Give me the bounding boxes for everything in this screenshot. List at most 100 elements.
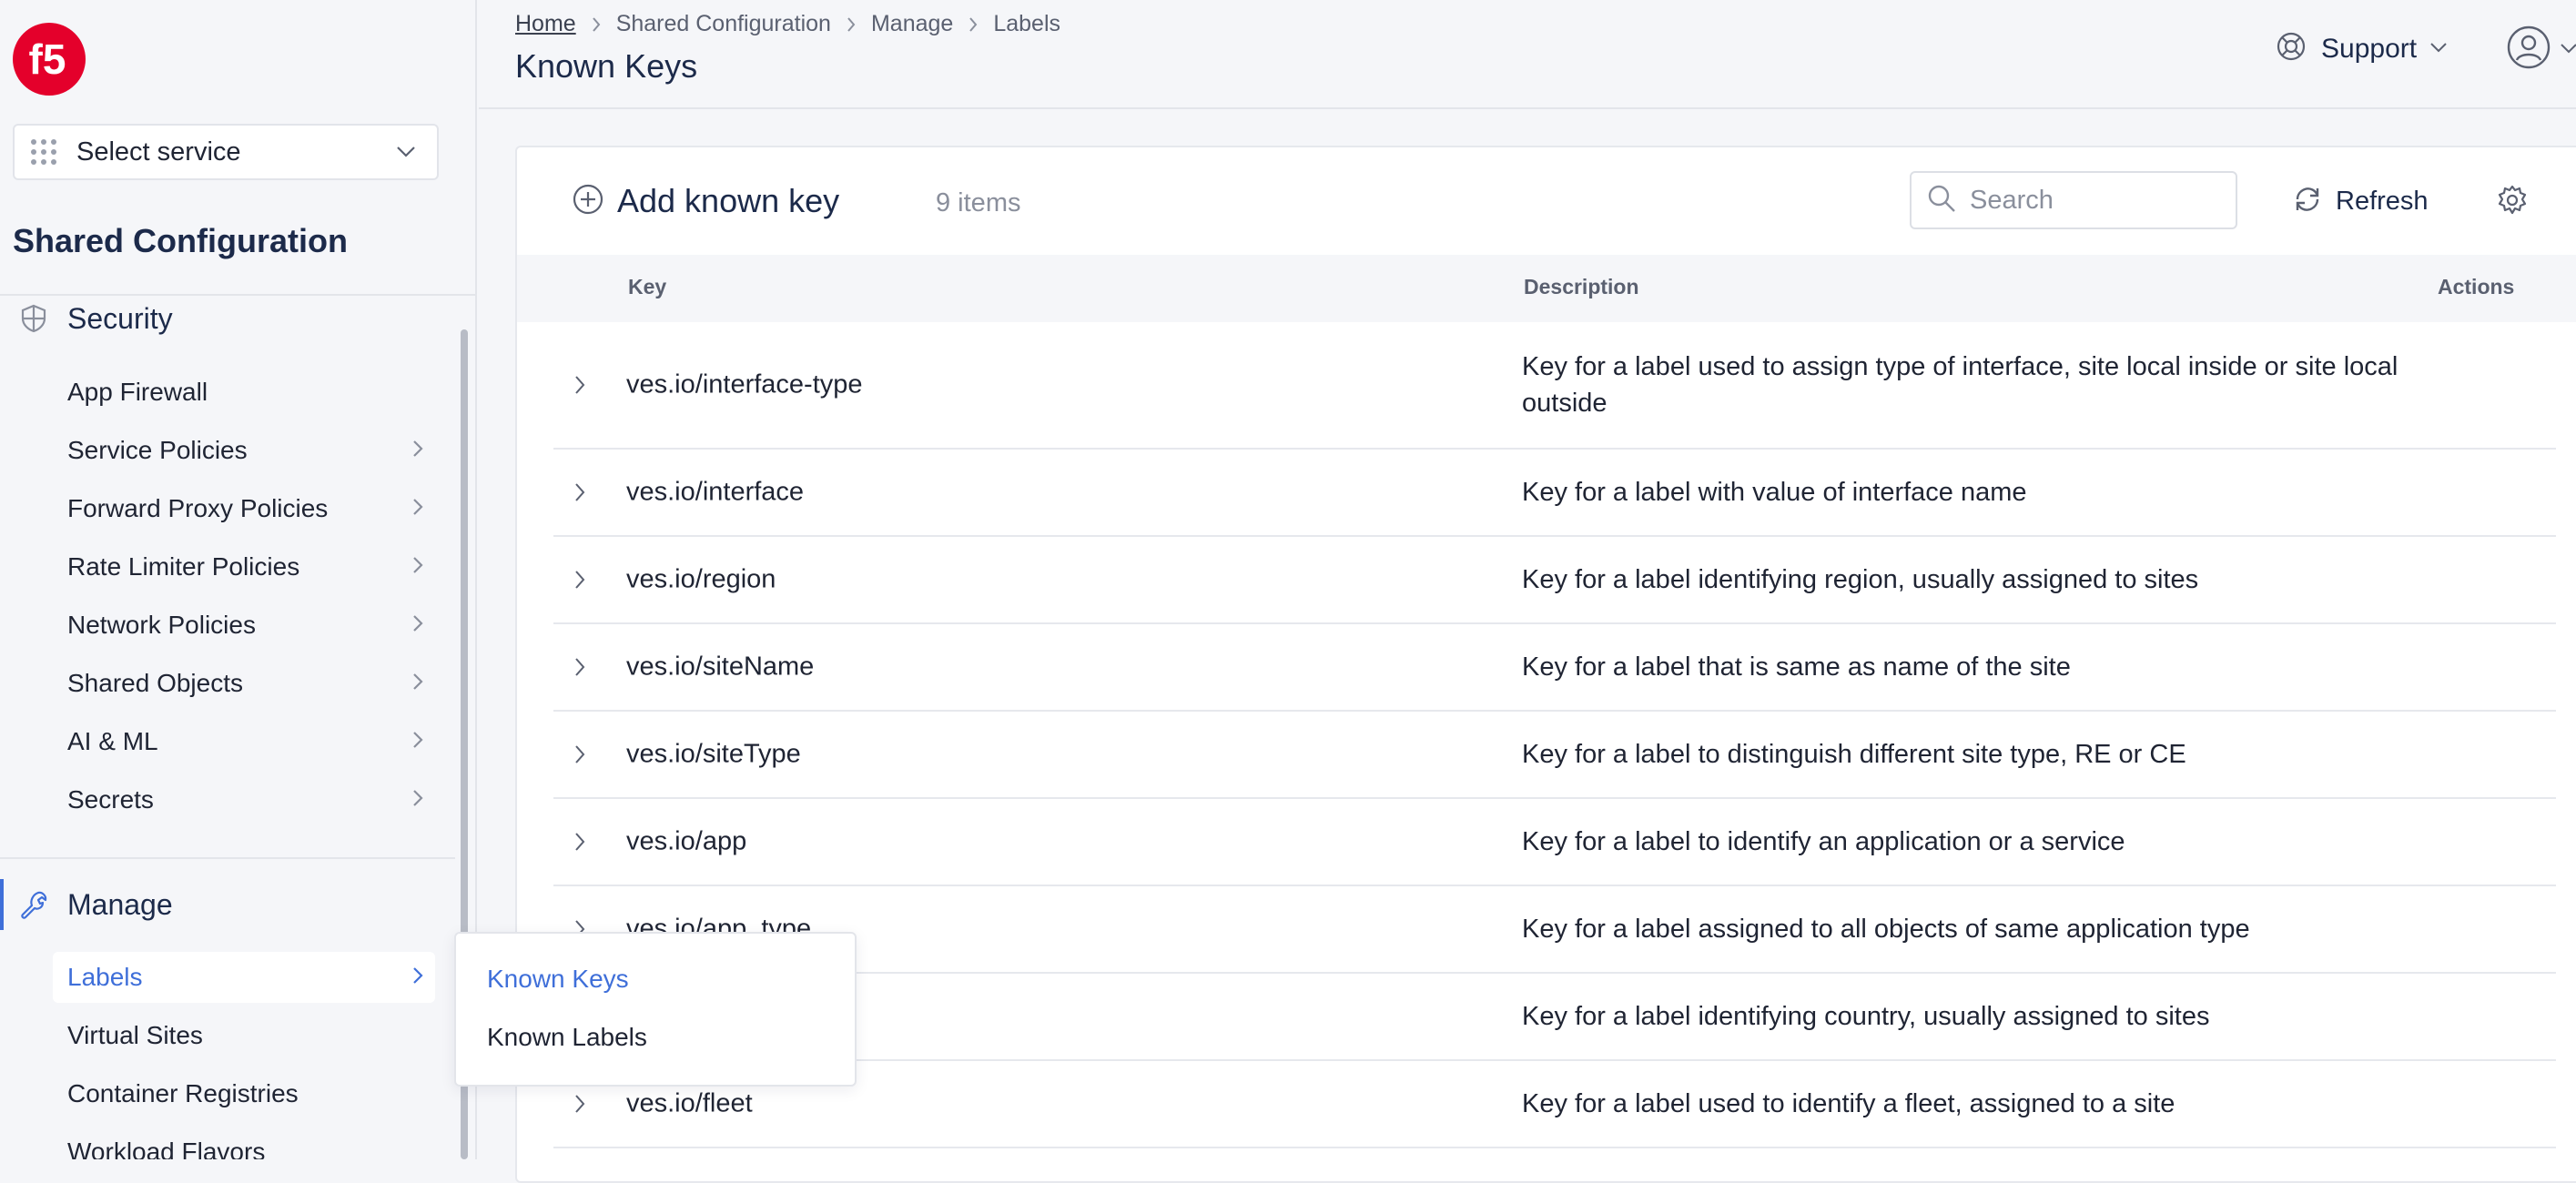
row-description: Key for a label used to assign type of i… (1522, 352, 2399, 418)
sidebar-item-shared-objects[interactable]: Shared Objects (53, 658, 435, 709)
sidebar-item-ai-ml[interactable]: AI & ML (53, 716, 435, 767)
column-header-key[interactable]: Key (628, 275, 666, 299)
workspace-title: Shared Configuration (13, 222, 348, 259)
f5-logo[interactable]: f5 (12, 22, 86, 96)
row-description: Key for a label to distinguish different… (1522, 740, 2186, 769)
table-row[interactable]: ves.io/region Key for a label identifyin… (553, 537, 2556, 624)
refresh-button[interactable]: Refresh (2292, 184, 2429, 219)
gear-icon (2496, 185, 2529, 220)
refresh-label: Refresh (2336, 187, 2429, 216)
sidebar-item-label: Network Policies (67, 611, 256, 639)
sidebar-item-network-policies[interactable]: Network Policies (53, 600, 435, 651)
page-title: Known Keys (515, 47, 698, 85)
row-description: Key for a label that is same as name of … (1522, 652, 2071, 682)
wrench-icon (0, 889, 67, 920)
select-service-label: Select service (76, 136, 241, 167)
sidebar-item-labels[interactable]: Labels (53, 952, 435, 1003)
row-key: ves.io/siteType (626, 739, 801, 769)
chevron-right-icon (411, 966, 424, 990)
chevron-down-icon (2560, 42, 2576, 58)
table-settings-button[interactable] (2496, 184, 2529, 221)
table-row[interactable]: ves.io/interface-type Key for a label us… (553, 322, 2556, 450)
row-key: ves.io/app (626, 826, 747, 856)
expand-row-chevron-icon[interactable] (573, 1093, 586, 1115)
sidebar-item-label: Secrets (67, 785, 154, 814)
sidebar-item-app-firewall[interactable]: App Firewall (53, 367, 435, 418)
breadcrumb-shared-configuration[interactable]: Shared Configuration (616, 11, 831, 37)
sidebar-item-label: Forward Proxy Policies (67, 494, 329, 522)
flyout-item-known-keys[interactable]: Known Keys (487, 965, 629, 994)
sidebar-item-label: Service Policies (67, 436, 248, 464)
row-key: ves.io/region (626, 564, 776, 594)
page-header: Home Shared Configuration Manage Labels … (479, 0, 2576, 109)
add-known-key-label: Add known key (617, 182, 840, 219)
expand-row-chevron-icon[interactable] (573, 656, 586, 678)
row-key: ves.io/siteName (626, 652, 815, 682)
chevron-right-icon (591, 16, 602, 33)
sidebar-item-label: Virtual Sites (67, 1021, 203, 1049)
row-description: Key for a label assigned to all objects … (1522, 915, 2250, 944)
row-description: Key for a label identifying region, usua… (1522, 565, 2199, 594)
chevron-right-icon (411, 613, 424, 638)
sidebar-item-workload-flavors[interactable]: Workload Flavors (53, 1127, 435, 1159)
row-description: Key for a label identifying country, usu… (1522, 1002, 2210, 1031)
sidebar-item-service-policies[interactable]: Service Policies (53, 425, 435, 476)
sidebar-item-rate-limiter-policies[interactable]: Rate Limiter Policies (53, 541, 435, 592)
flyout-item-known-labels[interactable]: Known Labels (487, 1023, 647, 1052)
row-description: Key for a label to identify an applicati… (1522, 827, 2125, 856)
table-row[interactable]: ves.io/siteName Key for a label that is … (553, 624, 2556, 712)
breadcrumb-manage[interactable]: Manage (871, 11, 953, 37)
expand-row-chevron-icon[interactable] (573, 743, 586, 765)
row-key: ves.io/interface-type (626, 369, 863, 399)
search-input[interactable] (1970, 185, 2225, 216)
sidebar: f5 Select service Shared Configuration S… (0, 0, 477, 1159)
table-row[interactable]: ves.io/app Key for a label to identify a… (553, 799, 2556, 886)
sidebar-item-forward-proxy-policies[interactable]: Forward Proxy Policies (53, 483, 435, 534)
table-row[interactable]: ves.io/siteType Key for a label to disti… (553, 712, 2556, 799)
table-header: Key Description Actions (517, 255, 2576, 322)
chevron-down-icon (2429, 41, 2448, 57)
table-row[interactable]: ves.io/interface Key for a label with va… (553, 450, 2556, 537)
expand-row-chevron-icon[interactable] (573, 481, 586, 503)
row-key: ves.io/fleet (626, 1088, 753, 1118)
breadcrumb: Home Shared Configuration Manage Labels (515, 11, 1060, 37)
select-service-dropdown[interactable]: Select service (13, 124, 439, 180)
row-description: Key for a label with value of interface … (1522, 478, 2027, 507)
chevron-right-icon (411, 555, 424, 580)
sidebar-section-security[interactable]: Security (0, 291, 455, 346)
sidebar-section-label: Security (67, 301, 173, 335)
support-label: Support (2321, 33, 2418, 64)
expand-row-chevron-icon[interactable] (573, 374, 586, 396)
sidebar-item-label: App Firewall (67, 378, 208, 406)
sidebar-item-label: Container Registries (67, 1079, 299, 1107)
user-avatar-icon (2507, 25, 2551, 74)
plus-circle-icon (572, 183, 604, 220)
sidebar-item-label: Workload Flavors (67, 1138, 266, 1159)
breadcrumb-labels: Labels (993, 11, 1060, 36)
chevron-right-icon (411, 439, 424, 463)
svg-text:f5: f5 (29, 35, 66, 83)
apps-grid-icon (31, 136, 62, 167)
sidebar-section-label: Manage (67, 887, 173, 921)
breadcrumb-home[interactable]: Home (515, 11, 576, 37)
expand-row-chevron-icon[interactable] (573, 569, 586, 591)
chevron-right-icon (846, 16, 857, 33)
support-menu-button[interactable]: Support (2276, 31, 2448, 66)
refresh-icon (2292, 184, 2323, 219)
search-field[interactable] (1910, 171, 2237, 229)
sidebar-item-virtual-sites[interactable]: Virtual Sites (53, 1010, 435, 1061)
row-description: Key for a label used to identify a fleet… (1522, 1089, 2175, 1118)
sidebar-item-secrets[interactable]: Secrets (53, 774, 435, 825)
shield-icon (0, 303, 67, 334)
chevron-right-icon (411, 672, 424, 696)
sidebar-nav: Security App Firewall Service Policies F… (0, 297, 459, 1159)
column-header-description[interactable]: Description (1524, 275, 1639, 299)
chevron-down-icon (388, 146, 424, 158)
chevron-right-icon (968, 16, 979, 33)
user-menu-button[interactable] (2507, 25, 2576, 74)
add-known-key-button[interactable]: Add known key (572, 182, 839, 220)
expand-row-chevron-icon[interactable] (573, 831, 586, 853)
sidebar-item-container-registries[interactable]: Container Registries (53, 1068, 435, 1119)
divider (0, 857, 455, 859)
sidebar-section-manage[interactable]: Manage (0, 877, 455, 932)
